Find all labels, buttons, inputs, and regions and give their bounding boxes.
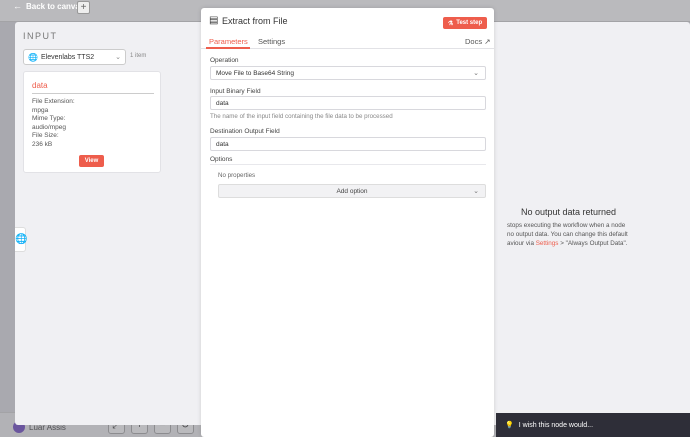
- output-description: stops executing the workflow when a node…: [507, 222, 657, 248]
- destination-output-field[interactable]: data: [210, 137, 486, 151]
- output-line-1: stops executing the workflow when a node: [507, 222, 626, 229]
- binary-meta: File Extension: mpga Mime Type: audio/mp…: [32, 98, 75, 150]
- input-title: INPUT: [23, 31, 58, 41]
- binary-name: data: [32, 81, 48, 90]
- operation-value: Move File to Base64 String: [216, 69, 295, 77]
- output-title: No output data returned: [520, 207, 617, 217]
- no-properties-text: No properties: [218, 172, 256, 179]
- operation-select[interactable]: Move File to Base64 String ⌄: [210, 66, 486, 80]
- item-count: 1 item: [130, 53, 147, 59]
- divider: [210, 164, 486, 165]
- globe-icon[interactable]: 🌐: [15, 227, 27, 252]
- file-size-value: 236 kB: [32, 140, 53, 148]
- tab-settings[interactable]: Settings: [258, 37, 285, 46]
- input-node-name: Elevenlabs TTS2: [40, 53, 95, 61]
- input-pane: INPUT 🌐 Elevenlabs TTS2 ⌄ 1 item data Fi…: [15, 22, 200, 425]
- parameters-panel: ▤ Extract from File ⚗ Test step Paramete…: [201, 8, 494, 437]
- chevron-down-icon: ⌄: [473, 70, 479, 77]
- docs-label: Docs: [465, 37, 483, 46]
- add-option-button[interactable]: Add option ⌄: [218, 184, 486, 198]
- add-option-label: Add option: [336, 187, 368, 195]
- chevron-down-icon: ⌄: [115, 54, 121, 61]
- back-to-canvas-link[interactable]: ← Back to canvas: [13, 0, 84, 12]
- input-node-select[interactable]: 🌐 Elevenlabs TTS2 ⌄: [23, 49, 126, 65]
- input-binary-field[interactable]: data: [210, 96, 486, 110]
- panel-header: ▤ Extract from File ⚗ Test step: [201, 8, 494, 30]
- add-node-button[interactable]: +: [77, 1, 90, 14]
- wish-label: I wish this node would...: [518, 421, 594, 429]
- file-extension-value: mpga: [32, 106, 49, 114]
- destination-output-field-label: Destination Output Field: [210, 128, 280, 135]
- binary-data-card: data File Extension: mpga Mime Type: aud…: [23, 71, 161, 173]
- file-extension-label: File Extension:: [32, 98, 75, 105]
- input-binary-field-value: data: [216, 99, 229, 107]
- back-label: Back to canvas: [26, 1, 85, 11]
- test-step-label: Test step: [456, 20, 483, 26]
- lightbulb-icon: 💡: [505, 422, 514, 429]
- flask-icon: ⚗: [447, 20, 454, 27]
- active-tab-indicator: [206, 47, 250, 49]
- node-title[interactable]: Extract from File: [222, 16, 288, 26]
- chevron-down-icon: ⌄: [473, 188, 479, 195]
- docs-link[interactable]: Docs ↗: [465, 37, 490, 46]
- output-line-2: no output data. You can change this defa…: [507, 230, 628, 238]
- mime-type-value: audio/mpeg: [32, 123, 66, 131]
- arrow-left-icon: ←: [13, 1, 22, 11]
- output-line-3-post: > "Always Output Data".: [558, 239, 628, 247]
- output-line-3: aviour via Settings > "Always Output Dat…: [507, 240, 657, 249]
- destination-output-field-value: data: [216, 140, 229, 148]
- file-extract-icon: ▤: [209, 15, 219, 26]
- input-binary-field-label: Input Binary Field: [210, 88, 261, 95]
- view-button[interactable]: View: [79, 155, 104, 167]
- operation-label: Operation: [210, 57, 239, 64]
- tab-parameters[interactable]: Parameters: [209, 37, 248, 46]
- file-size-label: File Size:: [32, 132, 59, 140]
- mime-type-label: Mime Type:: [32, 115, 66, 123]
- divider: [32, 93, 154, 94]
- feedback-bar[interactable]: 💡 I wish this node would...: [496, 413, 690, 437]
- options-label: Options: [210, 156, 233, 163]
- test-step-button[interactable]: ⚗ Test step: [443, 17, 487, 29]
- external-link-icon: ↗: [484, 37, 491, 46]
- settings-link[interactable]: Settings: [536, 240, 559, 247]
- panel-tabs: Parameters Settings: [201, 34, 494, 49]
- input-binary-field-hint: The name of the input field containing t…: [210, 113, 393, 120]
- globe-icon: 🌐: [28, 52, 38, 62]
- output-line-3-pre: aviour via: [507, 239, 536, 247]
